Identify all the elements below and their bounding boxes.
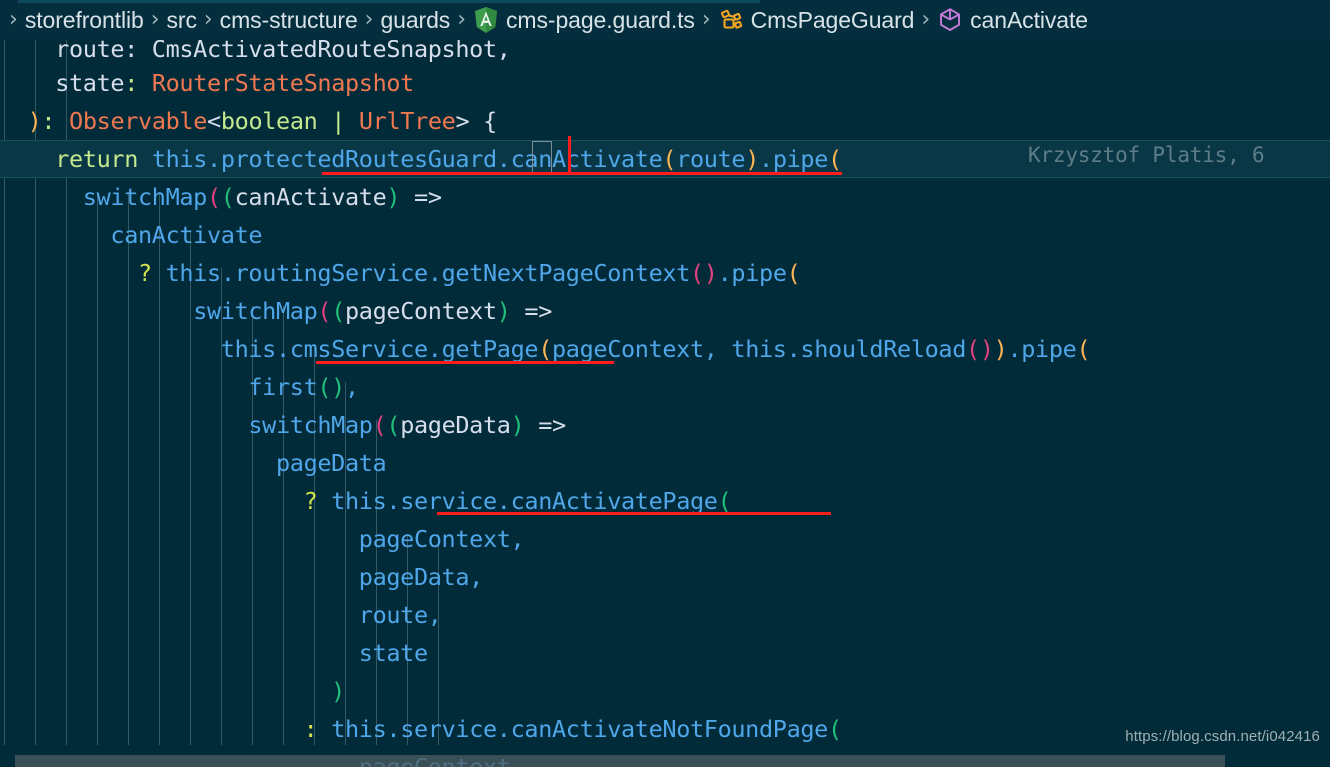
code-line[interactable]: ) [0, 672, 1330, 710]
code-line-text: switchMap((pageData) => [248, 411, 566, 439]
git-blame-annotation: Krzysztof Platis, 6 [1028, 143, 1265, 167]
breadcrumb-item-cms-page-guard-ts[interactable]: cms-page.guard.ts [473, 6, 695, 34]
code-line[interactable]: pageData [0, 444, 1330, 482]
code-line[interactable]: state: RouterStateSnapshot [0, 64, 1330, 102]
breadcrumb-separator: › [150, 7, 160, 32]
code-line-text: pageData, [358, 563, 484, 591]
editor-tab-accent-strip [18, 0, 760, 3]
breadcrumb-item-cms-structure[interactable]: cms-structure [219, 6, 358, 33]
code-line[interactable]: canActivate [0, 216, 1330, 254]
breadcrumb-item-storefrontlib[interactable]: storefrontlib [24, 6, 144, 33]
code-line-text: route: CmsActivatedRouteSnapshot, [0, 40, 511, 63]
code-editor-viewport[interactable]: route: CmsActivatedRouteSnapshot, state:… [0, 40, 1330, 767]
breadcrumb-separator: › [9, 7, 18, 32]
code-line-text: ? this.service.canActivatePage( [303, 487, 732, 515]
class-symbol-icon [718, 6, 744, 34]
code-line-text: switchMap((canActivate) => [82, 183, 442, 211]
method-symbol-icon [937, 6, 963, 34]
code-line[interactable]: ? this.routingService.getNextPageContext… [0, 254, 1330, 292]
horizontal-scrollbar-track[interactable] [0, 755, 1330, 767]
breadcrumb-separator: › [203, 7, 213, 32]
code-line[interactable]: pageContext, [0, 520, 1330, 558]
breadcrumb-item-cmspageguard[interactable]: CmsPageGuard [718, 6, 915, 34]
code-line[interactable]: route, [0, 596, 1330, 634]
code-line[interactable]: switchMap((pageContext) => [0, 292, 1330, 330]
angular-file-icon [473, 6, 499, 34]
code-line-text: ) [331, 677, 345, 705]
breadcrumb-label: storefrontlib [24, 6, 144, 33]
vscode-editor-window: › storefrontlib › src › cms-structure › … [0, 0, 1330, 767]
code-line-text: this.cmsService.getPage(pageContext, thi… [220, 335, 1091, 363]
breadcrumb-item-src[interactable]: src [166, 6, 197, 33]
code-line-text: : this.service.canActivateNotFoundPage( [303, 715, 843, 743]
breadcrumb-item-guards[interactable]: guards [380, 6, 451, 33]
bracket-match-highlight [532, 141, 552, 173]
annotation-underline-cms-service-getpage [316, 361, 614, 364]
code-line-text: pageData [275, 449, 387, 477]
code-line[interactable]: switchMap((pageData) => [0, 406, 1330, 444]
breadcrumb-separator: › [921, 7, 931, 32]
code-line[interactable]: pageData, [0, 558, 1330, 596]
breadcrumb-label: CmsPageGuard [750, 6, 915, 33]
code-line-text: canActivate [110, 221, 263, 249]
code-line-text: ? this.routingService.getNextPageContext… [137, 259, 801, 287]
code-line[interactable]: state [0, 634, 1330, 672]
code-line[interactable]: this.cmsService.getPage(pageContext, thi… [0, 330, 1330, 368]
breadcrumb-label: guards [380, 6, 451, 33]
code-line-text: return this.protectedRoutesGuard.canActi… [55, 145, 842, 173]
annotation-underline-protected-routes-guard-canactivate [322, 172, 842, 175]
code-line-text: switchMap((pageContext) => [193, 297, 553, 325]
code-line-text: pageContext, [358, 525, 525, 553]
breadcrumb-label: src [166, 6, 197, 33]
breadcrumb[interactable]: › storefrontlib › src › cms-structure › … [0, 0, 1330, 40]
code-line[interactable]: first(), [0, 368, 1330, 406]
code-line[interactable]: switchMap((canActivate) => [0, 178, 1330, 216]
code-line-text: first(), [248, 373, 359, 401]
text-caret [568, 136, 571, 172]
breadcrumb-label: cms-structure [219, 6, 358, 33]
code-line-text: route, [358, 601, 442, 629]
code-line-text: ): Observable<boolean | UrlTree> { [27, 107, 498, 135]
horizontal-scrollbar-thumb[interactable] [15, 755, 1225, 767]
annotation-underline-service-canactivatepage [437, 512, 831, 515]
code-line-text: state: RouterStateSnapshot [0, 69, 414, 97]
breadcrumb-item-canactivate[interactable]: canActivate [937, 6, 1088, 34]
breadcrumb-separator: › [457, 7, 467, 32]
code-line[interactable]: route: CmsActivatedRouteSnapshot, [0, 40, 1330, 64]
breadcrumb-separator: › [701, 7, 711, 32]
code-line[interactable]: ): Observable<boolean | UrlTree> { [0, 102, 1330, 140]
watermark: https://blog.csdn.net/i042416 [1125, 728, 1320, 745]
code-line-text: state [358, 639, 428, 667]
breadcrumb-label: canActivate [970, 6, 1088, 33]
breadcrumb-separator: › [364, 7, 374, 32]
breadcrumb-label: cms-page.guard.ts [506, 6, 695, 33]
